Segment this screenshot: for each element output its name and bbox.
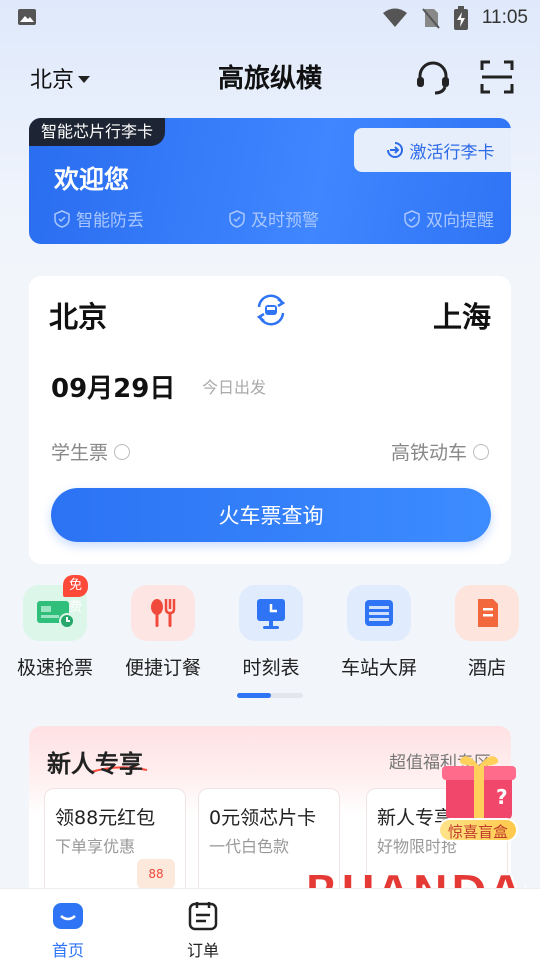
- banner-tag: 智能芯片行李卡: [29, 118, 166, 146]
- activate-icon: [386, 142, 403, 158]
- banner-features: 智能防丢 及时预警 双向提醒: [54, 206, 494, 231]
- dining-icon: [131, 585, 195, 641]
- nav-home[interactable]: 首页: [33, 901, 103, 960]
- ticket-grab-icon: 免费: [23, 575, 89, 641]
- student-ticket-option[interactable]: 学生票: [51, 438, 131, 465]
- quick-item-grab-ticket[interactable]: 免费 极速抢票: [1, 575, 109, 680]
- nav-orders[interactable]: 订单: [168, 901, 238, 960]
- station-screen-icon: [347, 585, 411, 641]
- quick-item-label: 极速抢票: [16, 657, 93, 679]
- activate-luggage-card-button[interactable]: 激活行李卡: [354, 128, 511, 172]
- feature-item: 双向提醒: [404, 206, 494, 231]
- quick-item-label: 时刻表: [242, 657, 300, 679]
- shield-icon: [404, 209, 420, 228]
- luggage-card-banner[interactable]: 智能芯片行李卡 欢迎您 激活行李卡 智能防丢 及时预警 双向提醒: [29, 118, 511, 244]
- wifi-icon: [382, 8, 407, 27]
- radio-icon: [473, 443, 489, 460]
- shield-icon: [229, 209, 245, 228]
- feature-label: 及时预警: [251, 211, 319, 231]
- feature-label: 智能防丢: [76, 211, 144, 231]
- coupon-value: 88: [148, 867, 164, 881]
- arrival-city[interactable]: 上海: [433, 294, 491, 336]
- promo-subtitle: 下单享优惠: [55, 837, 136, 856]
- quick-item-label: 便捷订餐: [124, 657, 201, 679]
- departure-date[interactable]: 09月29日: [51, 368, 175, 405]
- date-hint: 今日出发: [202, 378, 267, 397]
- quick-item-timetable[interactable]: 时刻表: [217, 585, 325, 680]
- quick-menu: 免费 极速抢票 便捷订餐 时刻表 车站大屏 酒店: [0, 575, 540, 695]
- high-speed-train-option[interactable]: 高铁动车: [391, 438, 489, 465]
- promo-title: 0元领芯片卡: [209, 807, 317, 829]
- high-speed-train-label: 高铁动车: [390, 442, 467, 464]
- quick-item-label: 车站大屏: [340, 657, 417, 679]
- status-time: 11:05: [481, 7, 528, 28]
- home-icon: [53, 903, 83, 929]
- status-bar: 11:05: [0, 0, 540, 36]
- activate-label: 激活行李卡: [409, 142, 495, 163]
- train-booking-card: 北京 上海 09月29日 今日出发 学生票 高铁动车 火车票查询: [29, 276, 511, 564]
- train-ticket-search-button[interactable]: 火车票查询: [51, 488, 491, 542]
- swap-cities-icon[interactable]: [254, 293, 288, 327]
- promo-card-red-packet[interactable]: 领88元红包 下单享优惠 88: [44, 788, 186, 896]
- gift-box-icon: ?: [442, 756, 516, 820]
- promo-subtitle: 一代白色款: [209, 837, 290, 856]
- free-badge: 免费: [63, 575, 89, 615]
- app-header: 北京 高旅纵横: [0, 48, 540, 104]
- quick-item-dining[interactable]: 便捷订餐: [109, 585, 217, 680]
- page-indicator: [237, 693, 303, 698]
- radio-icon: [114, 443, 131, 460]
- scan-icon[interactable]: [478, 58, 516, 96]
- student-ticket-label: 学生票: [51, 442, 109, 464]
- page-title: 高旅纵横: [217, 64, 322, 94]
- timetable-icon: [239, 585, 303, 641]
- surprise-gift-box[interactable]: ? 惊喜盲盒: [436, 750, 522, 846]
- departure-city[interactable]: 北京: [49, 294, 107, 336]
- feature-item: 及时预警: [229, 206, 319, 231]
- battery-charging-icon: [453, 6, 468, 30]
- page-indicator-active: [237, 693, 271, 698]
- gift-label: 惊喜盲盒: [438, 818, 518, 842]
- nav-orders-label: 订单: [186, 941, 219, 960]
- quick-item-station-screen[interactable]: 车站大屏: [325, 585, 433, 680]
- quick-item-hotel[interactable]: 酒店: [433, 585, 540, 680]
- bottom-navigation: 首页 订单: [0, 888, 540, 960]
- banner-welcome: 欢迎您: [54, 165, 130, 194]
- feature-label: 双向提醒: [426, 211, 494, 231]
- headset-icon[interactable]: [414, 58, 452, 96]
- promo-title: 领88元红包: [55, 807, 156, 829]
- shield-icon: [54, 209, 70, 228]
- feature-item: 智能防丢: [54, 206, 144, 231]
- gallery-notification-icon: [18, 9, 36, 25]
- quick-item-label: 酒店: [467, 657, 506, 679]
- no-sim-icon: [422, 8, 440, 29]
- new-user-title: 新人专享: [47, 750, 143, 778]
- hotel-icon: [455, 585, 519, 641]
- nav-home-label: 首页: [51, 941, 84, 960]
- svg-text:?: ?: [496, 785, 508, 809]
- coupon-icon: 88: [137, 859, 175, 889]
- orders-icon: [188, 902, 218, 931]
